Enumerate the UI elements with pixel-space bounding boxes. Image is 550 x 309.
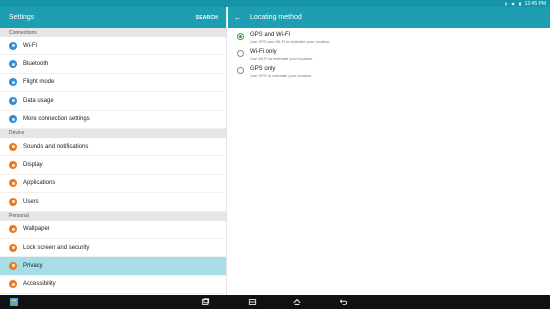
- home-icon[interactable]: [292, 298, 302, 306]
- settings-item-label: Lock screen and security: [23, 244, 90, 251]
- settings-item-privacy[interactable]: Privacy: [0, 257, 226, 276]
- radio-button[interactable]: [237, 33, 244, 40]
- privacy-icon: [9, 261, 17, 270]
- settings-item-more-connection-settings[interactable]: More connection settings: [0, 111, 226, 129]
- settings-item-bluetooth[interactable]: Bluetooth: [0, 55, 226, 74]
- option-title: GPS only: [250, 66, 276, 72]
- settings-item-label: Sounds and notifications: [23, 143, 89, 150]
- option-text: GPS only Use GPS to estimate your locatio…: [250, 66, 312, 79]
- settings-item-sounds-and-notifications[interactable]: Sounds and notifications: [0, 138, 226, 157]
- settings-item-accessibility[interactable]: Accessibility: [0, 276, 226, 295]
- locating-option[interactable]: GPS only Use GPS to estimate your locatio…: [228, 64, 550, 81]
- back-arrow-icon[interactable]: ←: [234, 13, 242, 22]
- option-subtitle: Use GPS and Wi-Fi to estimate your locat…: [250, 39, 331, 44]
- settings-item-label: Display: [23, 162, 43, 169]
- settings-title: Settings: [9, 14, 35, 21]
- settings-item-label: Data usage: [23, 97, 54, 104]
- settings-item-label: More connection settings: [23, 116, 90, 123]
- section-header: Device: [0, 128, 226, 138]
- search-button[interactable]: SEARCH: [196, 15, 218, 21]
- app-launcher-icon[interactable]: [10, 298, 18, 306]
- more-connections-icon: [9, 115, 17, 124]
- screen: 12:45 PM Settings SEARCH Connections Wi-F…: [0, 0, 550, 309]
- sound-icon: [9, 142, 17, 151]
- settings-item-label: Applications: [23, 180, 56, 187]
- radio-button[interactable]: [237, 50, 244, 57]
- settings-item-label: Wi-Fi: [23, 42, 37, 49]
- settings-item-label: Bluetooth: [23, 61, 49, 68]
- settings-header: Settings SEARCH: [0, 7, 226, 28]
- back-icon[interactable]: [339, 298, 348, 306]
- option-title: Wi-Fi only: [250, 49, 277, 55]
- bluetooth-icon: [504, 1, 507, 6]
- airplane-icon: [9, 78, 17, 87]
- status-bar: 12:45 PM: [0, 0, 550, 7]
- settings-item-applications[interactable]: Applications: [0, 175, 226, 194]
- settings-item-label: Privacy: [23, 262, 43, 269]
- locating-method-pane: ← Locating method GPS and Wi-Fi Use GPS a…: [228, 7, 550, 295]
- settings-item-wallpaper[interactable]: Wallpaper: [0, 221, 226, 239]
- wifi-icon: [9, 41, 17, 50]
- status-time: 12:45 PM: [524, 0, 546, 7]
- option-text: Wi-Fi only Use Wi-Fi to estimate your loc…: [250, 49, 313, 62]
- section-header: Connections: [0, 28, 226, 37]
- option-text: GPS and Wi-Fi Use GPS and Wi-Fi to estima…: [250, 32, 330, 45]
- settings-list: Connections Wi-Fi Bluetooth Flight mode Data…: [0, 28, 226, 295]
- users-icon: [9, 197, 17, 206]
- wallpaper-icon: [9, 225, 17, 234]
- applications-icon: [9, 179, 17, 188]
- locating-method-header: ← Locating method: [228, 7, 550, 28]
- settings-list-pane: Settings SEARCH Connections Wi-Fi Bluetoot…: [0, 7, 227, 295]
- option-subtitle: Use GPS to estimate your location.: [250, 73, 313, 78]
- section-header: Personal: [0, 211, 226, 221]
- recent-apps-icon[interactable]: [201, 298, 210, 306]
- settings-item-wi-fi[interactable]: Wi-Fi: [0, 37, 226, 56]
- battery-icon: [518, 1, 521, 6]
- option-subtitle: Use Wi-Fi to estimate your location.: [250, 56, 314, 61]
- multi-window-icon[interactable]: [248, 298, 257, 306]
- settings-item-flight-mode[interactable]: Flight mode: [0, 74, 226, 93]
- bluetooth-icon: [9, 60, 17, 69]
- settings-item-display[interactable]: Display: [0, 156, 226, 175]
- locating-option[interactable]: Wi-Fi only Use Wi-Fi to estimate your loc…: [228, 47, 550, 64]
- data-usage-icon: [9, 96, 17, 105]
- settings-item-label: Flight mode: [23, 79, 55, 86]
- radio-button[interactable]: [237, 67, 244, 74]
- settings-item-label: Users: [23, 198, 39, 205]
- page-title: Locating method: [250, 14, 302, 21]
- settings-item-users[interactable]: Users: [0, 193, 226, 212]
- option-title: GPS and Wi-Fi: [250, 32, 291, 38]
- settings-item-lock-screen-and-security[interactable]: Lock screen and security: [0, 239, 226, 258]
- locating-option[interactable]: GPS and Wi-Fi Use GPS and Wi-Fi to estima…: [228, 30, 550, 47]
- settings-item-data-usage[interactable]: Data usage: [0, 92, 226, 111]
- settings-item-label: Wallpaper: [23, 226, 50, 233]
- accessibility-icon: [9, 280, 17, 289]
- wifi-icon: [510, 2, 515, 6]
- display-icon: [9, 161, 17, 170]
- locating-options: GPS and Wi-Fi Use GPS and Wi-Fi to estima…: [228, 28, 550, 81]
- lock-icon: [9, 243, 17, 252]
- settings-item-label: Accessibility: [23, 281, 56, 288]
- navigation-bar: [0, 295, 550, 309]
